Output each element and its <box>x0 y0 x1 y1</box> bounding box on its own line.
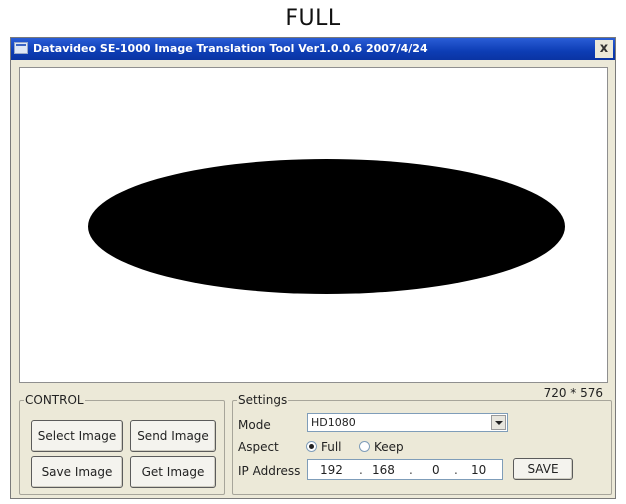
ip-octet-2[interactable]: 168 <box>372 463 395 477</box>
image-preview <box>19 67 608 383</box>
settings-legend: Settings <box>238 393 288 407</box>
app-window: Datavideo SE-1000 Image Translation Tool… <box>10 37 616 499</box>
title-bar[interactable]: Datavideo SE-1000 Image Translation Tool… <box>11 38 615 60</box>
window-title: Datavideo SE-1000 Image Translation Tool… <box>33 42 428 55</box>
get-image-button[interactable]: Get Image <box>130 456 216 488</box>
aspect-full-label[interactable]: Full <box>321 440 342 454</box>
aspect-label: Aspect <box>238 440 279 454</box>
preview-image-ellipse <box>88 159 565 294</box>
select-image-button[interactable]: Select Image <box>31 420 123 452</box>
app-icon <box>14 42 28 54</box>
ip-separator: . <box>359 463 363 477</box>
aspect-full-radio[interactable] <box>306 441 317 452</box>
send-image-button[interactable]: Send Image <box>130 420 216 452</box>
aspect-keep-label[interactable]: Keep <box>374 440 404 454</box>
caption-label: FULL <box>285 6 341 31</box>
ip-octet-4[interactable]: 10 <box>471 463 486 477</box>
save-image-button[interactable]: Save Image <box>31 456 123 488</box>
ip-octet-3[interactable]: 0 <box>432 463 440 477</box>
close-button[interactable]: x <box>595 40 613 58</box>
aspect-keep-radio[interactable] <box>359 441 370 452</box>
control-legend: CONTROL <box>25 393 84 407</box>
save-settings-button[interactable]: SAVE <box>513 458 573 480</box>
ip-separator: . <box>409 463 413 477</box>
ip-address-label: IP Address <box>238 464 301 478</box>
mode-select-value: HD1080 <box>311 416 356 429</box>
ip-address-field[interactable]: 192 . 168 . 0 . 10 <box>307 459 503 480</box>
chevron-down-icon[interactable] <box>491 415 506 430</box>
ip-octet-1[interactable]: 192 <box>320 463 343 477</box>
ip-separator: . <box>454 463 458 477</box>
mode-label: Mode <box>238 418 271 432</box>
mode-select[interactable]: HD1080 <box>307 413 508 432</box>
